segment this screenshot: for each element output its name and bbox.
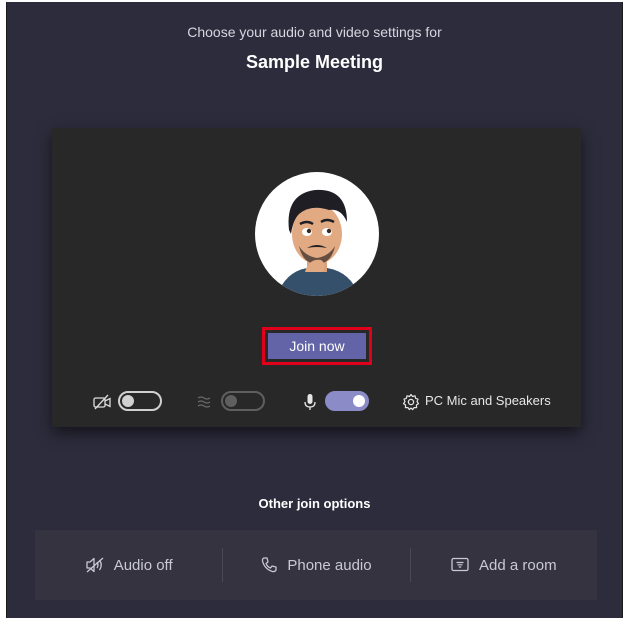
phone-icon (262, 557, 278, 573)
audio-device-label[interactable]: PC Mic and Speakers (425, 393, 551, 408)
video-preview-panel: Join now PC Mic and Speakers (52, 128, 581, 427)
cast-icon (451, 557, 469, 572)
background-blur-toggle[interactable] (221, 391, 265, 411)
audio-off-option[interactable]: Audio off (35, 530, 222, 600)
device-controls: PC Mic and Speakers (52, 386, 581, 416)
settings-subtitle: Choose your audio and video settings for (187, 24, 442, 40)
avatar (255, 172, 379, 296)
speaker-off-icon (86, 557, 104, 573)
other-join-options-bar: Audio off Phone audio Add a room (35, 530, 597, 600)
phone-audio-option[interactable]: Phone audio (222, 530, 409, 600)
meeting-title: Sample Meeting (245, 52, 384, 72)
background-blur-icon (195, 392, 215, 412)
join-now-button[interactable]: Join now (268, 333, 366, 359)
add-room-option[interactable]: Add a room (409, 530, 597, 600)
phone-audio-label: Phone audio (287, 556, 372, 574)
microphone-icon (300, 392, 320, 412)
other-join-options-heading: Other join options (258, 496, 371, 511)
microphone-toggle[interactable] (325, 391, 369, 411)
audio-off-label: Audio off (113, 556, 173, 574)
camera-off-icon (92, 392, 112, 412)
add-room-label: Add a room (479, 556, 557, 574)
camera-toggle[interactable] (118, 391, 162, 411)
join-button-highlight: Join now (262, 327, 372, 365)
gear-icon[interactable] (401, 392, 421, 412)
prejoin-screen: Choose your audio and video settings for… (6, 2, 623, 618)
